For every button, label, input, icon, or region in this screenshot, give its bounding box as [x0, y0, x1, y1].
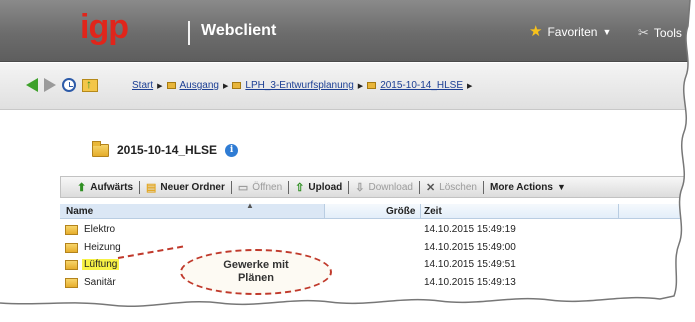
chevron-right-icon: ▶ [157, 82, 163, 90]
delete-button[interactable]: ✕ Löschen [426, 181, 477, 194]
folder-icon [92, 140, 109, 157]
open-button[interactable]: ▭ Öffnen [238, 181, 282, 194]
breadcrumb-item: LPH_3-Entwurfsplanung ▶ [232, 80, 363, 91]
navigation-bar: Start ▶ Ausgang ▶ LPH_3-Entwurfsplanung … [0, 63, 695, 110]
file-toolbar: ⬆ Aufwärts ▤ Neuer Ordner ▭ Öffnen ⇧ Upl… [60, 176, 695, 198]
row-name[interactable]: Heizung [84, 242, 121, 253]
folder-icon [65, 260, 78, 270]
header-divider [188, 21, 190, 45]
row-time: 14.10.2015 15:49:13 [424, 276, 516, 288]
new-folder-icon: ▤ [146, 181, 157, 194]
breadcrumb-item: 2015-10-14_HLSE ▶ [367, 80, 472, 91]
back-arrow-icon[interactable] [26, 78, 38, 92]
igp-logo[interactable]: igp [80, 10, 129, 44]
up-button[interactable]: ⬆ Aufwärts [77, 181, 133, 194]
history-icon[interactable] [62, 78, 76, 92]
more-actions-label: More Actions [489, 181, 553, 193]
more-actions-button[interactable]: More Actions ▼ [490, 182, 566, 193]
open-folder-icon: ▭ [237, 181, 249, 194]
sort-arrow-icon: ▲ [246, 201, 254, 210]
column-divider[interactable] [420, 204, 421, 218]
column-divider[interactable] [618, 204, 619, 218]
breadcrumb-link-ausgang[interactable]: Ausgang [180, 80, 219, 91]
new-folder-label: Neuer Ordner [160, 181, 225, 193]
breadcrumb-link-current[interactable]: 2015-10-14_HLSE [380, 80, 463, 91]
chevron-right-icon: ▶ [357, 82, 364, 90]
info-icon[interactable]: i [225, 143, 239, 157]
upload-icon: ⇧ [295, 181, 305, 194]
arrow-up-icon: ⬆ [77, 181, 87, 194]
folder-icon [166, 82, 176, 89]
folder-icon [65, 277, 78, 288]
chevron-right-icon: ▶ [223, 82, 229, 90]
chevron-down-icon: ▼ [602, 27, 612, 37]
download-label: Download [368, 181, 413, 193]
chevron-down-icon: ▼ [556, 182, 566, 192]
folder-icon [367, 82, 377, 89]
toolbar-divider [348, 180, 350, 194]
row-time: 14.10.2015 15:49:51 [424, 259, 516, 270]
delete-label: Löschen [439, 181, 477, 193]
toolbar-divider [482, 180, 484, 194]
tools-menu[interactable]: ✂ Tools [638, 25, 682, 41]
tools-label: Tools [653, 26, 682, 40]
row-name[interactable]: Elektro [84, 224, 115, 235]
toolbar-divider [230, 180, 232, 194]
toolbar-divider [139, 180, 141, 194]
delete-x-icon: ✕ [425, 181, 436, 194]
toolbar-divider [288, 180, 290, 194]
download-icon: ⇩ [355, 181, 365, 194]
folder-up-icon[interactable] [82, 77, 98, 92]
upload-label: Upload [308, 181, 343, 193]
folder-title-row: 2015-10-14_HLSE i [92, 140, 239, 157]
toolbar-divider [418, 180, 420, 194]
nav-icons [26, 77, 98, 92]
download-button[interactable]: ⇩ Download [355, 181, 413, 194]
annotation-callout: Gewerke mit Plänen [180, 249, 332, 295]
page-title: 2015-10-14_HLSE [117, 143, 218, 157]
new-folder-button[interactable]: ▤ Neuer Ordner [146, 181, 225, 194]
chevron-right-icon: ▶ [467, 82, 473, 90]
breadcrumb-link-start[interactable]: Start [132, 80, 153, 91]
column-header-size[interactable]: Größe [386, 206, 415, 217]
forward-arrow-icon[interactable] [44, 78, 56, 92]
star-icon: ★ [529, 23, 543, 40]
folder-icon [232, 82, 242, 89]
up-label: Aufwärts [90, 181, 134, 193]
column-header-name-cell[interactable] [60, 204, 325, 218]
table-row[interactable]: Elektro 14.10.2015 15:49:19 [60, 222, 580, 240]
column-header-time[interactable]: Zeit [424, 206, 442, 217]
breadcrumb-item: Start ▶ [132, 80, 163, 91]
app-title: Webclient [201, 22, 277, 39]
table-header: Name ▲ Größe Zeit [60, 201, 695, 219]
favorites-menu[interactable]: ★ Favoriten ▼ [529, 23, 612, 40]
favorites-label: Favoriten [547, 25, 598, 39]
callout-line-1: Gewerke mit [223, 259, 289, 271]
folder-icon [65, 242, 78, 253]
row-name-highlighted[interactable]: Lüftung [82, 259, 120, 270]
breadcrumb: Start ▶ Ausgang ▶ LPH_3-Entwurfsplanung … [132, 80, 472, 91]
open-label: Öffnen [252, 181, 283, 193]
row-time: 14.10.2015 15:49:19 [424, 224, 516, 235]
upload-button[interactable]: ⇧ Upload [295, 181, 342, 194]
callout-line-2: Plänen [237, 272, 275, 284]
breadcrumb-item: Ausgang ▶ [166, 80, 229, 91]
column-header-name[interactable]: Name [66, 206, 93, 217]
row-time: 14.10.2015 15:49:00 [424, 241, 516, 253]
tools-icon: ✂ [638, 25, 649, 40]
row-name[interactable]: Sanitär [84, 277, 116, 288]
folder-icon [65, 225, 78, 235]
app-header: igp Webclient ★ Favoriten ▼ ✂ Tools [0, 0, 695, 62]
breadcrumb-link-lph3[interactable]: LPH_3-Entwurfsplanung [245, 80, 353, 91]
